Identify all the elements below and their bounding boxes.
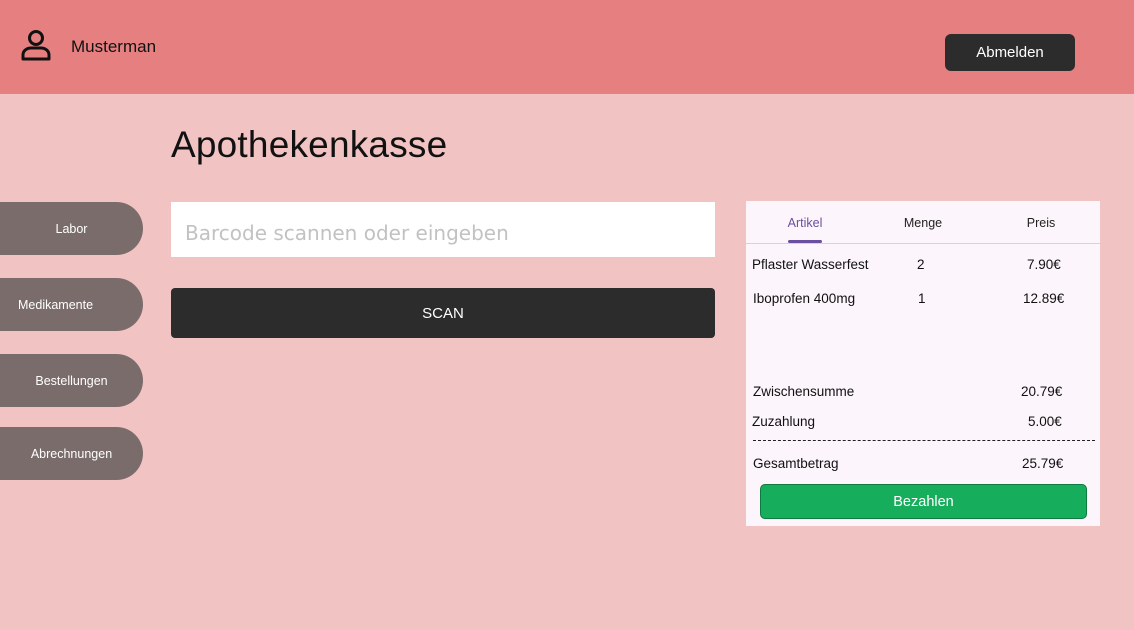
subtotal-label: Zwischensumme <box>753 384 855 399</box>
sidebar-item-abrechnungen[interactable]: Abrechnungen <box>0 427 143 480</box>
cart-tabs: Artikel Menge Preis <box>746 201 1100 244</box>
page-title: Apothekenkasse <box>171 124 448 165</box>
item-price: 12.89€ <box>1023 291 1065 306</box>
pay-button[interactable]: Bezahlen <box>760 484 1087 519</box>
subtotal-value: 20.79€ <box>1021 384 1063 399</box>
item-name: Pflaster Wasserfest <box>752 257 869 272</box>
tab-menge[interactable]: Menge <box>864 201 982 244</box>
sidebar-item-label: Abrechnungen <box>30 446 113 461</box>
item-qty: 2 <box>917 257 925 272</box>
total-label: Gesamtbetrag <box>753 456 839 471</box>
active-tab-indicator <box>788 240 822 243</box>
username: Musterman <box>71 37 157 56</box>
logout-button[interactable]: Abmelden <box>945 34 1075 71</box>
sidebar-item-label: Medikamente <box>18 297 94 312</box>
sidebar-item-label: Labor <box>55 221 88 236</box>
copay-label: Zuzahlung <box>752 414 816 429</box>
item-price: 7.90€ <box>1027 257 1061 272</box>
top-bar: Musterman Abmelden <box>0 0 1134 94</box>
sidebar-item-bestellungen[interactable]: Bestellungen <box>0 354 143 407</box>
cart-panel: Artikel Menge Preis Pflaster Wasserfest … <box>746 201 1100 526</box>
divider <box>753 440 1095 441</box>
barcode-input[interactable] <box>171 202 715 258</box>
sidebar-item-label: Bestellungen <box>35 373 108 388</box>
tab-artikel[interactable]: Artikel <box>746 201 864 244</box>
item-name: Iboprofen 400mg <box>753 291 856 306</box>
sidebar-item-labor[interactable]: Labor <box>0 202 143 255</box>
tab-preis[interactable]: Preis <box>982 201 1100 244</box>
copay-value: 5.00€ <box>1028 414 1062 429</box>
total-value: 25.79€ <box>1022 456 1064 471</box>
user-icon[interactable] <box>20 29 52 61</box>
scan-button[interactable]: SCAN <box>171 288 715 338</box>
sidebar-item-medikamente[interactable]: Medikamente <box>0 278 143 331</box>
item-qty: 1 <box>918 291 926 306</box>
